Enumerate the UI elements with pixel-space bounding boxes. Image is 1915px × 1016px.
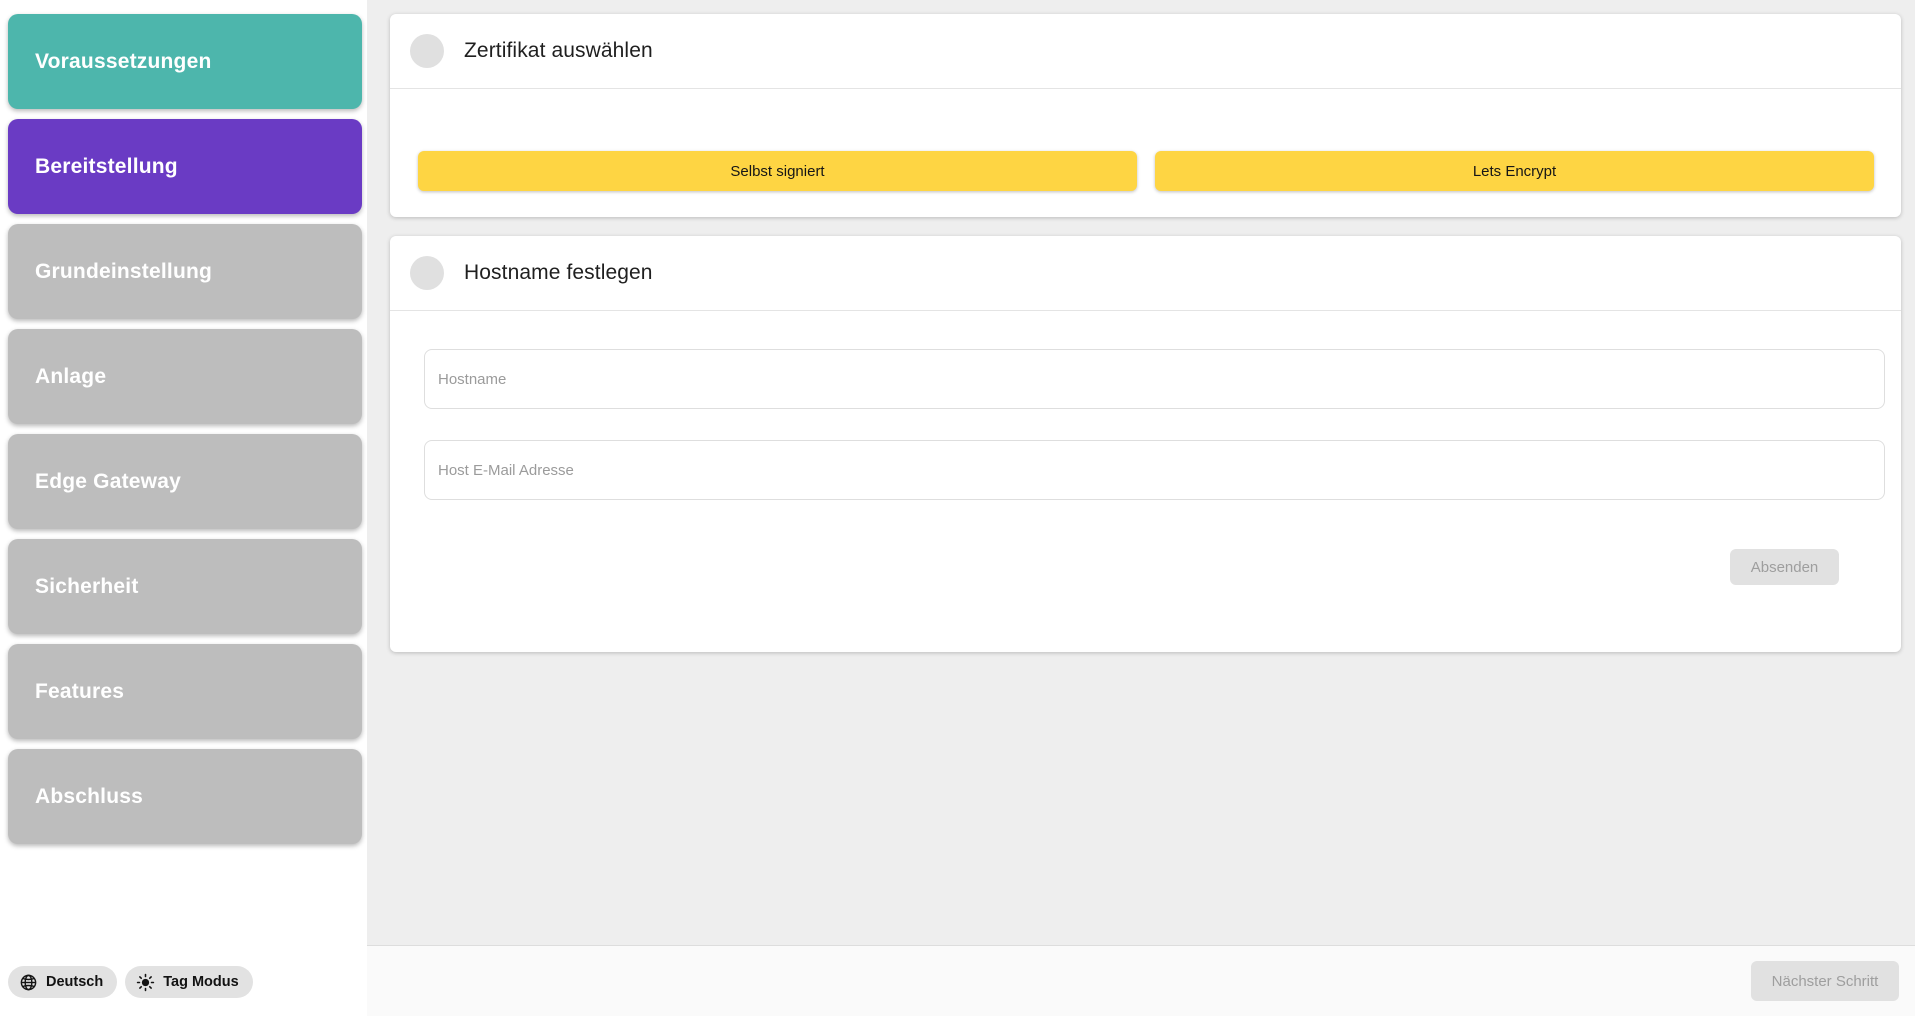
- hostname-card-header: Hostname festlegen: [390, 236, 1901, 310]
- card-divider: [390, 310, 1901, 311]
- sidebar-footer-chips: Deutsch: [8, 966, 253, 998]
- absenden-button[interactable]: Absenden: [1730, 549, 1839, 585]
- step-label: Anlage: [35, 365, 106, 389]
- certificate-card-header: Zertifikat auswählen: [390, 14, 1901, 88]
- step-label: Edge Gateway: [35, 470, 181, 494]
- sidebar-step-grundeinstellung[interactable]: Grundeinstellung: [8, 224, 362, 319]
- host-email-input[interactable]: [424, 440, 1885, 500]
- wizard-step-content: Zertifikat auswählen Selbst signiert Let…: [367, 0, 1915, 945]
- language-chip[interactable]: Deutsch: [8, 966, 117, 998]
- host-email-field-row: [390, 440, 1901, 500]
- wizard-steps-sidebar: Voraussetzungen Bereitstellung Grundeins…: [0, 0, 367, 1016]
- step-label: Features: [35, 680, 124, 704]
- sidebar-step-voraussetzungen[interactable]: Voraussetzungen: [8, 14, 362, 109]
- theme-chip-label: Tag Modus: [163, 974, 238, 990]
- hostname-input[interactable]: [424, 349, 1885, 409]
- main-area: Zertifikat auswählen Selbst signiert Let…: [367, 0, 1915, 1016]
- step-status-circle-icon: [410, 256, 444, 290]
- self-signed-button[interactable]: Selbst signiert: [418, 151, 1137, 191]
- hostname-card-title: Hostname festlegen: [464, 261, 653, 285]
- setup-wizard-app: Voraussetzungen Bereitstellung Grundeins…: [0, 0, 1915, 1016]
- sidebar-step-anlage[interactable]: Anlage: [8, 329, 362, 424]
- sidebar-step-sicherheit[interactable]: Sicherheit: [8, 539, 362, 634]
- sidebar-step-bereitstellung[interactable]: Bereitstellung: [8, 119, 362, 214]
- wizard-footer-bar: Nächster Schritt: [367, 945, 1915, 1016]
- certificate-card: Zertifikat auswählen Selbst signiert Let…: [390, 14, 1901, 217]
- hostname-card: Hostname festlegen Absenden: [390, 236, 1901, 652]
- step-label: Sicherheit: [35, 575, 139, 599]
- language-chip-label: Deutsch: [46, 974, 103, 990]
- sidebar-step-features[interactable]: Features: [8, 644, 362, 739]
- step-list: Voraussetzungen Bereitstellung Grundeins…: [0, 0, 367, 844]
- step-label: Abschluss: [35, 785, 143, 809]
- certificate-card-title: Zertifikat auswählen: [464, 39, 653, 63]
- certificate-options: Selbst signiert Lets Encrypt: [390, 89, 1901, 217]
- step-label: Voraussetzungen: [35, 50, 211, 74]
- sidebar-step-abschluss[interactable]: Abschluss: [8, 749, 362, 844]
- sun-icon: [136, 973, 155, 992]
- step-label: Bereitstellung: [35, 155, 178, 179]
- theme-toggle-chip[interactable]: Tag Modus: [125, 966, 252, 998]
- submit-row: Absenden: [390, 549, 1901, 652]
- sidebar-step-edge-gateway[interactable]: Edge Gateway: [8, 434, 362, 529]
- lets-encrypt-button[interactable]: Lets Encrypt: [1155, 151, 1874, 191]
- hostname-field-row: [390, 349, 1901, 409]
- globe-icon: [19, 973, 38, 992]
- step-label: Grundeinstellung: [35, 260, 212, 284]
- next-step-button[interactable]: Nächster Schritt: [1751, 961, 1899, 1001]
- step-status-circle-icon: [410, 34, 444, 68]
